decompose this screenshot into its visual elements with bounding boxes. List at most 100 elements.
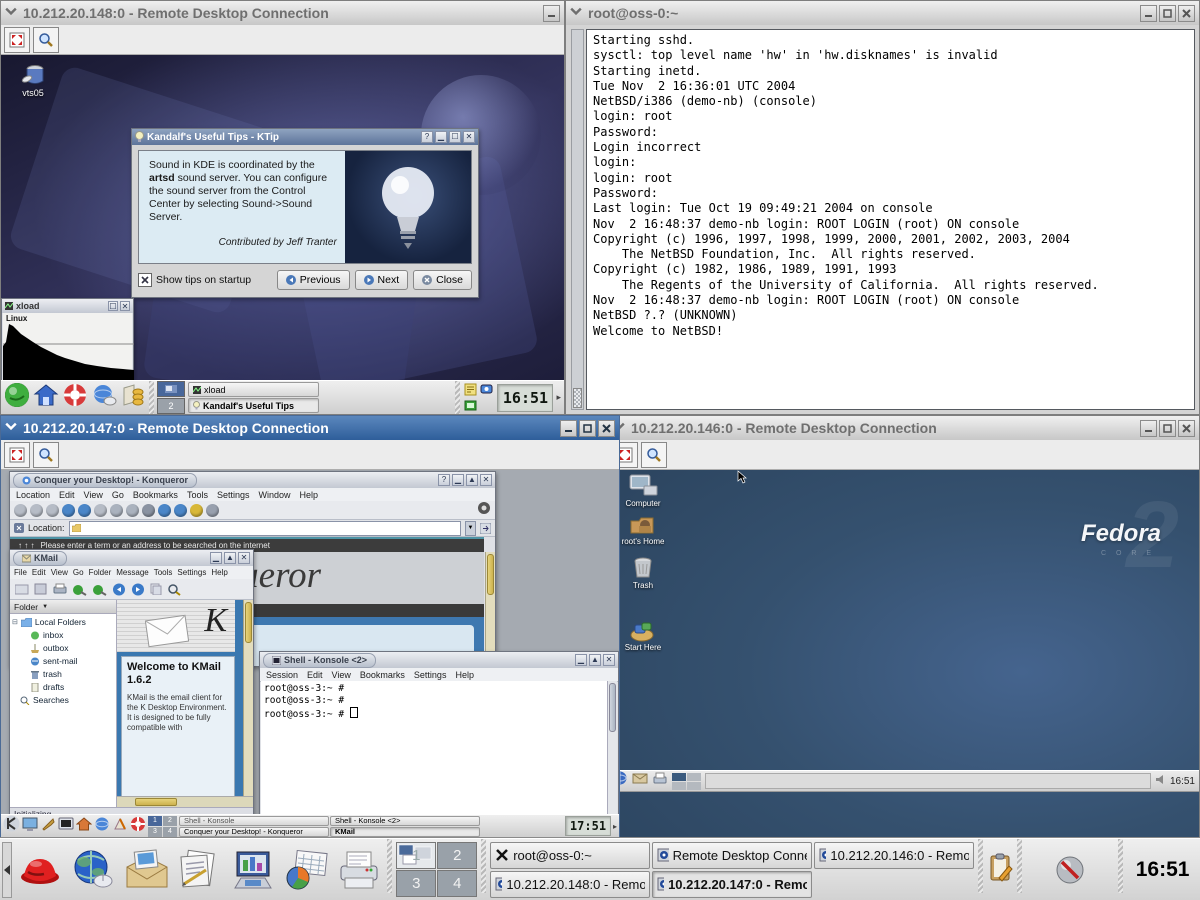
task-rdc-146[interactable]: 10.212.20.146:0 - Remote Desktop Connect… bbox=[814, 842, 974, 869]
minimize-button[interactable] bbox=[543, 5, 560, 22]
zoom-button[interactable] bbox=[33, 27, 59, 53]
minimize-button[interactable] bbox=[560, 420, 577, 437]
help-button[interactable]: ? bbox=[438, 474, 450, 486]
menu-file[interactable]: File bbox=[14, 568, 27, 577]
lock-icon[interactable] bbox=[190, 504, 203, 517]
konsole-scrollbar[interactable] bbox=[607, 681, 617, 819]
browser-icon[interactable] bbox=[94, 816, 110, 837]
pager-desktop-3[interactable]: 3 bbox=[148, 827, 162, 837]
pager-desktop-2[interactable]: 2 bbox=[437, 842, 477, 869]
menu-settings[interactable]: Settings bbox=[217, 490, 250, 500]
folder-outbox[interactable]: outbox bbox=[12, 642, 116, 655]
workspace-3[interactable] bbox=[672, 782, 686, 790]
location-input[interactable] bbox=[69, 521, 461, 536]
folder-searches[interactable]: Searches bbox=[12, 694, 116, 707]
menu-edit[interactable]: Edit bbox=[32, 568, 46, 577]
minimize-button[interactable] bbox=[1140, 5, 1157, 22]
pager-desktop-1[interactable]: 1 bbox=[148, 816, 162, 826]
panel-hide-button[interactable] bbox=[2, 842, 12, 898]
word-processor-launcher[interactable] bbox=[175, 843, 224, 897]
shade-button[interactable]: ▲ bbox=[466, 474, 478, 486]
task-konqueror[interactable]: Conquer your Desktop! - Konqueror bbox=[179, 827, 329, 837]
up-icon[interactable] bbox=[46, 504, 59, 517]
task-ktip[interactable]: Kandalf's Useful Tips bbox=[188, 398, 319, 413]
krfb-tray-icon[interactable] bbox=[480, 383, 493, 396]
home-icon[interactable] bbox=[76, 816, 92, 837]
terminal-icon[interactable] bbox=[58, 816, 74, 837]
maximize-button[interactable] bbox=[1159, 420, 1176, 437]
menu-window[interactable]: Window bbox=[258, 490, 290, 500]
pager-desktop-2[interactable]: 2 bbox=[157, 398, 185, 414]
maximize-button[interactable]: ☐ bbox=[449, 131, 461, 143]
menu-tools[interactable]: Tools bbox=[154, 568, 173, 577]
menu-help[interactable]: Help bbox=[300, 490, 319, 500]
workspace-1[interactable] bbox=[672, 773, 686, 781]
browser-icon[interactable] bbox=[91, 382, 117, 413]
close-button[interactable] bbox=[1178, 5, 1195, 22]
menu-edit[interactable]: Edit bbox=[59, 490, 75, 500]
folder-local-folders[interactable]: ⊟Local Folders bbox=[12, 616, 116, 629]
terminal-tray-icon[interactable] bbox=[464, 399, 477, 412]
host-pager[interactable]: 1 2 3 4 bbox=[396, 842, 477, 897]
pointer-icon[interactable] bbox=[206, 504, 219, 517]
folder-trash[interactable]: trash bbox=[12, 668, 116, 681]
desktop-icon-trash[interactable]: Trash bbox=[615, 556, 671, 590]
office-icon[interactable] bbox=[112, 816, 128, 837]
panel-clock-148[interactable]: 16:51 bbox=[497, 384, 553, 412]
show-tips-checkbox[interactable] bbox=[138, 273, 152, 287]
previous-button[interactable]: Previous bbox=[277, 270, 350, 290]
menu-folder[interactable]: Folder bbox=[89, 568, 112, 577]
task-rdc[interactable]: Remote Desktop Connection bbox=[652, 842, 812, 869]
zoom-in-icon[interactable] bbox=[158, 504, 171, 517]
fullscreen-button[interactable] bbox=[4, 442, 30, 468]
volume-icon[interactable] bbox=[1155, 772, 1166, 790]
documents-icon[interactable] bbox=[120, 382, 146, 413]
close-button[interactable]: Close bbox=[413, 270, 472, 290]
panel-clock-147[interactable]: 17:51 bbox=[565, 816, 611, 836]
chevron-down-icon[interactable] bbox=[570, 4, 582, 22]
location-dropdown-arrow[interactable]: ▼ bbox=[465, 521, 476, 536]
close-button[interactable]: ✕ bbox=[463, 131, 475, 143]
check-mail-in-icon[interactable] bbox=[92, 583, 107, 596]
cut-icon[interactable] bbox=[110, 504, 123, 517]
desktop-icon-vts05[interactable]: vts05 bbox=[7, 61, 59, 98]
workspace-switcher[interactable] bbox=[672, 773, 701, 790]
presentation-launcher[interactable] bbox=[228, 843, 277, 897]
konqueror-scrollbar[interactable] bbox=[485, 552, 495, 666]
clear-location-icon[interactable] bbox=[14, 523, 24, 533]
titlebar-147[interactable]: 10.212.20.147:0 - Remote Desktop Connect… bbox=[1, 416, 619, 440]
task-rdc-147[interactable]: 10.212.20.147:0 - Remote Desktop Connect… bbox=[652, 871, 812, 898]
zoom-button[interactable] bbox=[33, 442, 59, 468]
find-icon[interactable] bbox=[167, 583, 181, 596]
help-icon[interactable] bbox=[130, 816, 146, 837]
kmenu-redhat-button[interactable] bbox=[16, 843, 65, 897]
pager-desktop-1[interactable] bbox=[157, 381, 185, 397]
printer-icon[interactable] bbox=[652, 772, 668, 790]
xload-titlebar[interactable]: xload ☐✕ bbox=[2, 299, 133, 313]
forward-icon[interactable] bbox=[30, 504, 43, 517]
panel-hide-arrow[interactable]: ▸ bbox=[613, 822, 617, 831]
task-konsole-1[interactable]: Shell - Konsole bbox=[179, 816, 329, 826]
zoom-out-icon[interactable] bbox=[174, 504, 187, 517]
menu-session[interactable]: Session bbox=[266, 670, 298, 680]
close-button[interactable]: ✕ bbox=[238, 552, 250, 564]
print-icon[interactable] bbox=[53, 583, 67, 595]
konsole-screen[interactable]: root@oss-3:~ # root@oss-3:~ # root@oss-3… bbox=[261, 681, 607, 819]
klipper-icon[interactable] bbox=[987, 852, 1013, 887]
check-mail-icon[interactable] bbox=[72, 583, 87, 596]
minimize-button[interactable]: ▁ bbox=[575, 654, 587, 666]
reply-icon[interactable] bbox=[112, 583, 126, 596]
workspace-2[interactable] bbox=[687, 773, 701, 781]
shade-button[interactable]: ▲ bbox=[224, 552, 236, 564]
kmenu-icon[interactable] bbox=[4, 382, 30, 413]
minimize-button[interactable]: ▁ bbox=[435, 131, 447, 143]
web-browser-launcher[interactable] bbox=[69, 843, 118, 897]
print-icon[interactable] bbox=[142, 504, 155, 517]
printer-launcher[interactable] bbox=[334, 843, 383, 897]
menu-bookmarks[interactable]: Bookmarks bbox=[133, 490, 178, 500]
folder-inbox[interactable]: inbox bbox=[12, 629, 116, 642]
forward-icon[interactable] bbox=[131, 583, 145, 596]
email-icon[interactable] bbox=[632, 772, 648, 790]
zoom-button[interactable] bbox=[641, 442, 667, 468]
folder-drafts[interactable]: drafts bbox=[12, 681, 116, 694]
